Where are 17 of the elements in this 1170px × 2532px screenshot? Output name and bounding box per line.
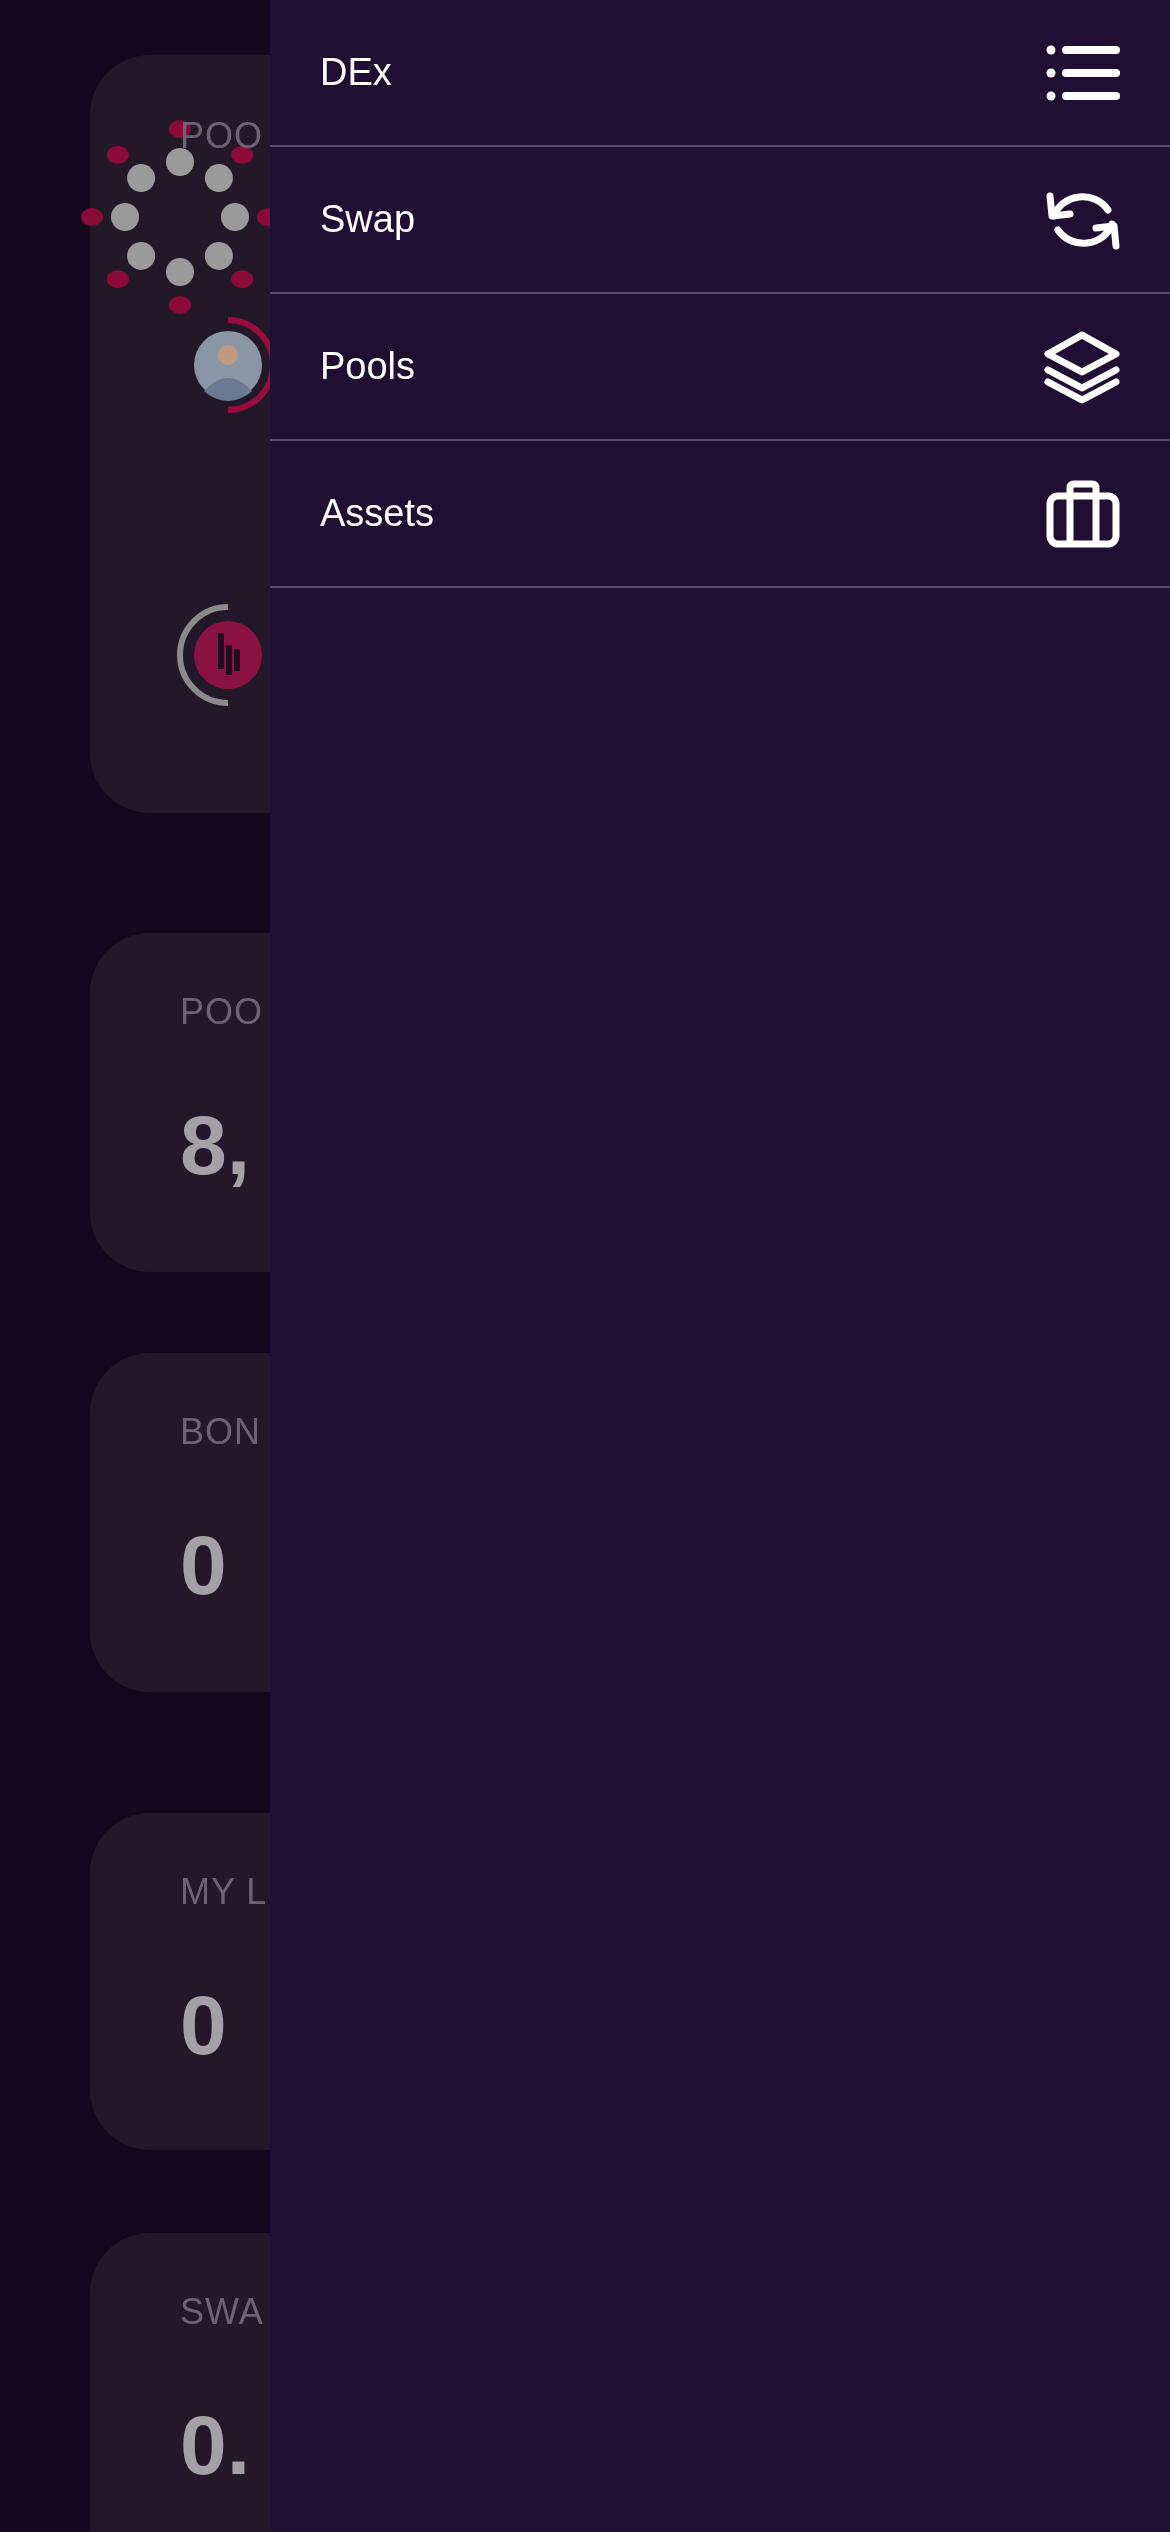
menu-item[interactable]: Swap	[270, 147, 1170, 294]
card-value: 0	[180, 1517, 228, 1614]
card-title: MY L	[180, 1871, 269, 1913]
card-title: BON	[180, 1411, 262, 1453]
menu-item[interactable]: Pools	[270, 294, 1170, 441]
card-title: POO	[180, 991, 264, 1033]
card-title: SWA	[180, 2291, 265, 2333]
card-title: POO	[180, 115, 263, 157]
briefcase-icon	[1046, 479, 1120, 548]
card-value: 8,	[180, 1097, 252, 1194]
card-value: 0.	[180, 2397, 252, 2494]
menu-item[interactable]: Assets	[270, 441, 1170, 588]
list-icon	[1046, 44, 1120, 101]
menu-item[interactable]: DEx	[270, 0, 1170, 147]
layers-icon	[1044, 329, 1120, 404]
card-value: 0	[180, 1977, 228, 2074]
loading-spinner-icon	[80, 117, 270, 317]
